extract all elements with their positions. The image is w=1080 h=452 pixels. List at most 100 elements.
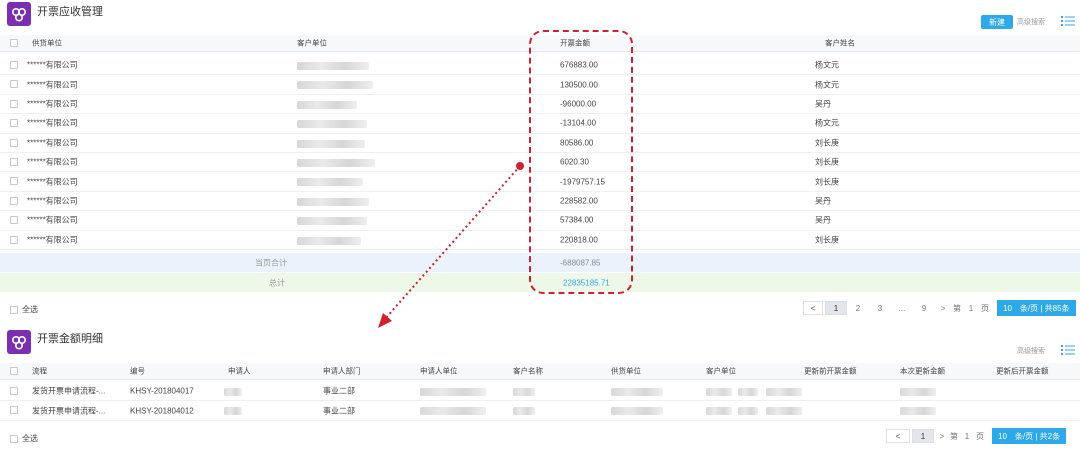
redacted-cell (766, 388, 802, 396)
page-total-label: 当页合计 (255, 258, 287, 267)
redacted-cell (738, 407, 758, 416)
detail-list-view-icon[interactable] (1061, 344, 1075, 356)
grand-total-row: 总计 22835185.71 (0, 273, 1080, 292)
column-header-amount: 开票金额 (560, 38, 590, 48)
select-all-control[interactable]: 全选 (10, 304, 38, 315)
detail-col-dept: 申请人部门 (323, 366, 361, 376)
detail-page-size-select[interactable]: 10 条/页 | 共2条 (992, 428, 1067, 444)
column-header-supplier: 供货单位 (32, 38, 62, 48)
detail-table-body: 发货开票申请流程-... KHSY-201804017 事业二部 发货开票申请流程-.… (0, 382, 1080, 421)
next-page-button[interactable]: > (935, 304, 951, 313)
detail-select-all-control[interactable]: 全选 (10, 433, 38, 444)
page-button-1[interactable]: 1 (825, 301, 847, 315)
redacted-cell (738, 388, 758, 396)
row-checkbox[interactable] (10, 157, 18, 166)
row-supplier: ******有限公司 (27, 138, 78, 148)
list-view-icon[interactable] (1061, 15, 1075, 27)
row-checkbox[interactable] (10, 99, 18, 108)
goto-suffix: 页 (981, 303, 989, 313)
table-row[interactable]: ******有限公司 -96000.00 吴丹 (0, 95, 1080, 115)
row-supplier: ******有限公司 (27, 215, 78, 225)
detail-row-flow[interactable]: 发货开票申请流程-... (32, 405, 105, 416)
row-amount: 228582.00 (560, 196, 598, 206)
detail-goto-suffix: 页 (976, 431, 984, 441)
detail-goto-page-input[interactable]: 1 (958, 432, 976, 441)
row-checkbox[interactable] (10, 177, 18, 186)
table-row[interactable]: ******有限公司 -1979757.15 刘长庚 (0, 172, 1080, 192)
row-checkbox[interactable] (10, 138, 18, 147)
detail-row-checkbox[interactable] (10, 406, 18, 415)
detail-col-flow: 流程 (32, 366, 47, 376)
detail-col-supplier: 供货单位 (611, 366, 641, 376)
row-customer-name: 刘长庚 (815, 177, 839, 187)
redacted-customer (297, 120, 367, 129)
table-row[interactable]: ******有限公司 220818.00 刘长庚 (0, 231, 1080, 250)
table-row[interactable]: ******有限公司 80586.00 刘长庚 (0, 134, 1080, 153)
detail-col-code: 编号 (130, 366, 145, 376)
prev-page-button[interactable]: < (803, 301, 823, 315)
redacted-customer (297, 158, 375, 167)
detail-row-checkbox[interactable] (10, 387, 18, 395)
detail-table-row[interactable]: 发货开票申请流程-... KHSY-201804017 事业二部 (0, 382, 1080, 402)
row-checkbox[interactable] (10, 80, 18, 89)
detail-select-all-checkbox[interactable] (10, 434, 18, 443)
page-size-select[interactable]: 10 条/页 | 共85条 (997, 300, 1076, 316)
row-customer-name: 杨文元 (815, 118, 839, 128)
row-customer-name: 吴丹 (815, 215, 831, 225)
table-row[interactable]: ******有限公司 6020.30 刘长庚 (0, 153, 1080, 173)
page-title: 开票应收管理 (37, 6, 103, 18)
row-checkbox[interactable] (10, 61, 18, 69)
page-button-2[interactable]: 2 (847, 304, 869, 313)
page-size-text: 条/页 | 共85条 (1019, 303, 1070, 313)
row-amount: 676883.00 (560, 60, 598, 70)
detail-col-applicant: 申请人 (228, 366, 251, 376)
detail-header-checkbox[interactable] (10, 367, 18, 375)
table-row[interactable]: ******有限公司 57384.00 吴丹 (0, 211, 1080, 231)
row-supplier: ******有限公司 (27, 118, 78, 128)
column-header-customer: 客户单位 (297, 38, 327, 48)
page-total-row: 当页合计 -688087.85 (0, 253, 1080, 272)
select-all-header-checkbox[interactable] (10, 39, 18, 47)
detail-page-button-1[interactable]: 1 (912, 429, 934, 443)
row-checkbox[interactable] (10, 216, 18, 225)
detail-select-all-label: 全选 (22, 434, 38, 443)
table-row[interactable]: ******有限公司 130500.00 杨文元 (0, 75, 1080, 95)
detail-next-page-button[interactable]: > (934, 432, 950, 441)
redacted-customer (297, 62, 369, 70)
detail-col-update-amount: 本次更新金额 (900, 366, 945, 376)
row-customer-name: 吴丹 (815, 196, 831, 206)
redacted-cell (611, 388, 663, 396)
redacted-customer (297, 139, 365, 148)
redacted-customer (297, 81, 373, 90)
detail-prev-page-button[interactable]: < (886, 429, 910, 443)
row-customer-name: 刘长庚 (815, 235, 839, 245)
table-row[interactable]: ******有限公司 228582.00 吴丹 (0, 192, 1080, 212)
select-all-checkbox[interactable] (10, 305, 18, 314)
redacted-customer (297, 178, 363, 187)
detail-page-size-text: 条/页 | 共2条 (1014, 431, 1061, 441)
row-amount: -1979757.15 (560, 177, 605, 187)
redacted-customer (297, 236, 361, 245)
row-checkbox[interactable] (10, 196, 18, 205)
redacted-cell (766, 407, 802, 416)
detail-table-row[interactable]: 发货开票申请流程-... KHSY-201804012 事业二部 (0, 401, 1080, 421)
new-button[interactable]: 新建 (981, 15, 1013, 29)
row-checkbox[interactable] (10, 235, 18, 244)
row-supplier: ******有限公司 (27, 80, 78, 90)
grand-total-label: 总计 (269, 278, 285, 287)
row-supplier: ******有限公司 (27, 196, 78, 206)
page-button-3[interactable]: 3 (869, 304, 891, 313)
goto-prefix: 第 (953, 303, 961, 313)
goto-page-input[interactable]: 1 (961, 304, 981, 313)
page-button-9[interactable]: 9 (913, 304, 935, 313)
table-row[interactable]: ******有限公司 -13104.00 杨文元 (0, 114, 1080, 134)
detail-col-after-amount: 更新后开票金额 (996, 366, 1049, 376)
detail-row-code: KHSY-201804017 (130, 386, 194, 396)
row-checkbox[interactable] (10, 119, 18, 128)
select-all-label: 全选 (22, 305, 38, 314)
grand-total-value: 22835185.71 (563, 278, 610, 287)
advanced-search-link[interactable]: 高级搜索 (1017, 17, 1045, 27)
detail-advanced-search-link[interactable]: 高级搜索 (1017, 346, 1045, 356)
detail-row-flow[interactable]: 发货开票申请流程-... (32, 386, 105, 397)
table-row[interactable]: ******有限公司 676883.00 杨文元 (0, 56, 1080, 76)
